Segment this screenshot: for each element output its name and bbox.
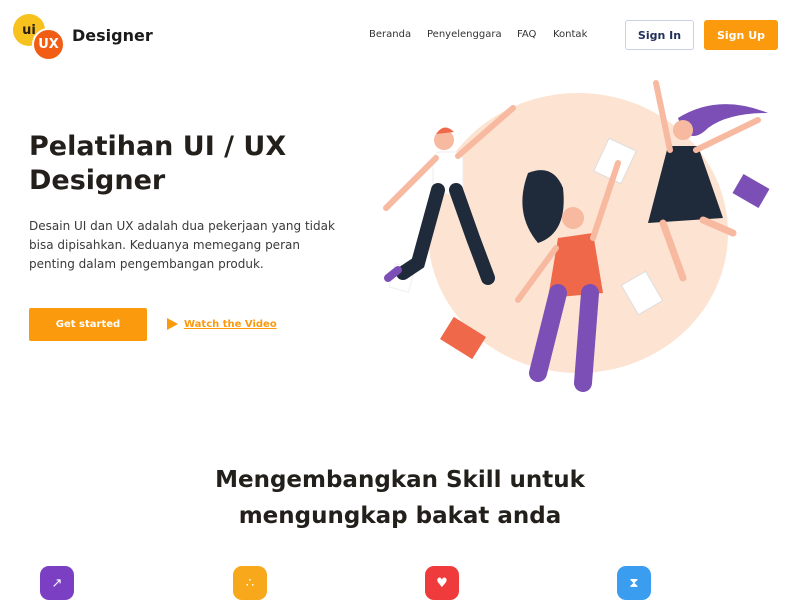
sign-up-button[interactable]: Sign Up [704, 20, 778, 50]
hero-description: Desain UI dan UX adalah dua pekerjaan ya… [29, 219, 335, 271]
section-title: Mengembangkan Skill untuk mengungkap bak… [215, 467, 585, 529]
share-icon: ∴ [233, 566, 267, 600]
play-icon [167, 318, 178, 330]
nav-beranda[interactable]: Beranda [369, 29, 411, 40]
hero-title: Pelatihan UI / UX Designer [29, 131, 287, 196]
hourglass-icon: ⧗ [617, 566, 651, 600]
book [732, 173, 770, 209]
get-started-button[interactable]: Get started [29, 308, 147, 341]
logo[interactable]: ui UX [13, 13, 69, 63]
logo-ux-badge: UX [32, 28, 65, 61]
heart-icon: ♥ [425, 566, 459, 600]
watch-video-label: Watch the Video [184, 318, 277, 330]
nav-penyelenggara[interactable]: Penyelenggara [427, 29, 502, 40]
cursor-icon: ↗ [40, 566, 74, 600]
nav-kontak[interactable]: Kontak [553, 29, 587, 40]
nav-faq[interactable]: FAQ [517, 29, 536, 40]
watch-video-link[interactable]: Watch the Video [167, 318, 277, 330]
hero-illustration [383, 80, 770, 392]
sign-in-button[interactable]: Sign In [625, 20, 694, 50]
brand-name[interactable]: Designer [72, 26, 153, 45]
